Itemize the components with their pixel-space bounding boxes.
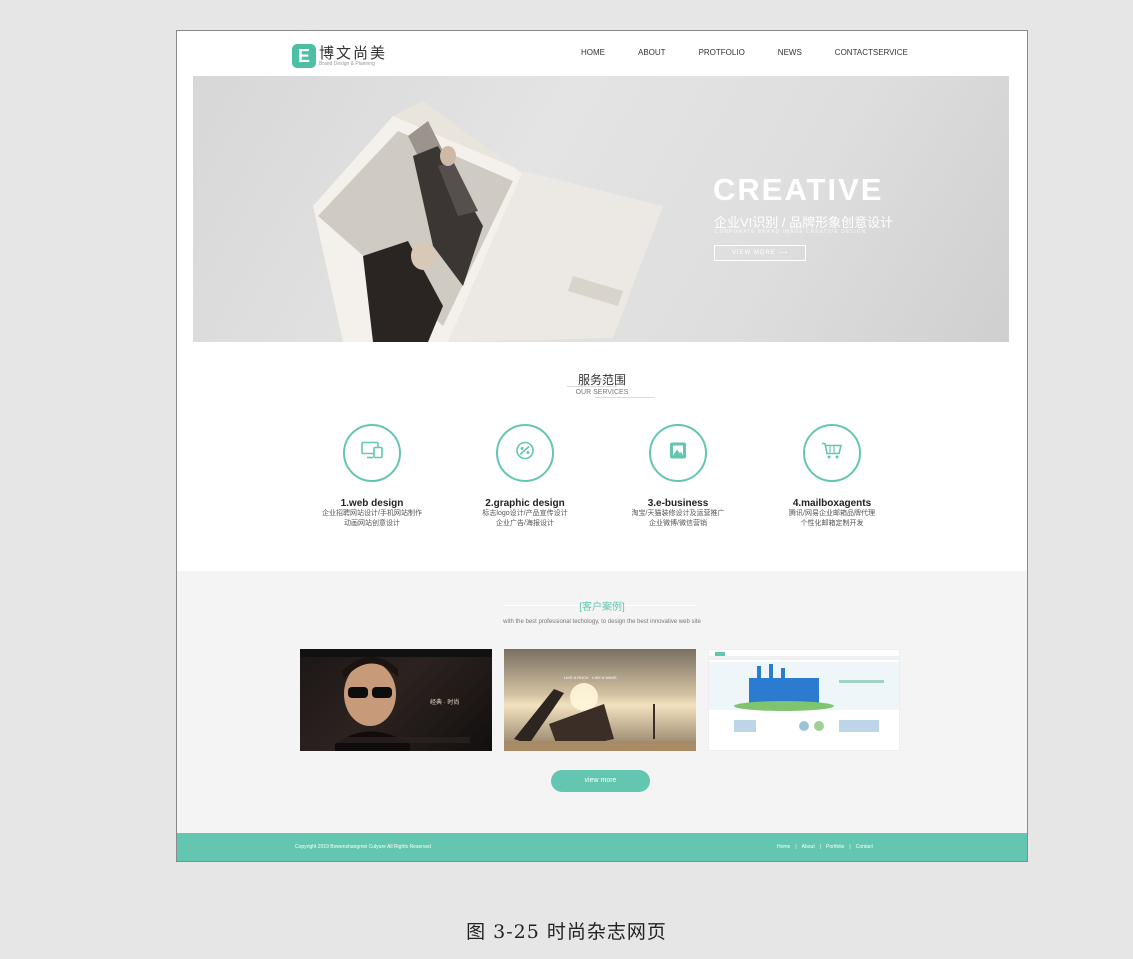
cases-subtitle: with the best professional techology, to… — [503, 619, 701, 625]
site-footer: Copyright 2019 Bowenshangmei Culyure All… — [177, 833, 1027, 861]
service-title: 4.mailboxagents — [792, 498, 872, 509]
cart-icon — [821, 442, 843, 465]
separator: | — [849, 844, 851, 850]
main-nav: HOME ABOUT PROTFOLIO NEWS CONTACTSERVICE — [581, 48, 908, 57]
svg-text:经典 · 时尚: 经典 · 时尚 — [430, 698, 459, 706]
case-thumbnail-sunglasses[interactable]: 经典 · 时尚 — [300, 649, 492, 751]
image-icon — [669, 442, 687, 465]
service-desc: 动画网站创意设计 — [344, 520, 400, 527]
separator: | — [795, 844, 797, 850]
services-subtitle: OUR SERVICES — [575, 389, 629, 396]
site-header: E 博文尚美 Brand Design & Planning HOME ABOU… — [177, 31, 1027, 76]
cases-title: [客户案例] — [579, 602, 625, 613]
view-more-button[interactable]: view more — [551, 770, 650, 792]
service-mailbox-agents[interactable]: 4.mailboxagents 腾讯/网易企业邮箱品牌代理 个性化邮箱定制开发 — [754, 424, 910, 529]
banner-view-more-button[interactable]: VIEW MORE ⟶ — [714, 245, 806, 261]
graphic-icon — [515, 441, 535, 466]
service-desc: 标志logo设计/产品宣传设计 — [482, 510, 568, 517]
logo-subtitle: Brand Design & Planning — [319, 61, 375, 67]
service-title: 1.web design — [340, 498, 404, 509]
service-title: 2.graphic design — [485, 498, 565, 509]
website-frame: E 博文尚美 Brand Design & Planning HOME ABOU… — [176, 30, 1028, 862]
footer-link-contact[interactable]: Contact — [856, 844, 873, 850]
footer-links: Home | About | Portfolio | Contact — [777, 844, 873, 850]
footer-link-home[interactable]: Home — [777, 844, 790, 850]
logo[interactable]: E 博文尚美 Brand Design & Planning — [292, 44, 387, 68]
svg-text:LIKE A ROCK · LIKE A WAVE: LIKE A ROCK · LIKE A WAVE — [564, 675, 617, 680]
footer-link-portfolio[interactable]: Portfolio — [826, 844, 844, 850]
nav-home[interactable]: HOME — [581, 48, 605, 57]
hero-banner: CREATIVE 企业VI识别 / 品牌形象创意设计 CORPORATE BRA… — [193, 76, 1009, 342]
nav-contact-service[interactable]: CONTACTSERVICE — [835, 48, 908, 57]
nav-news[interactable]: NEWS — [778, 48, 802, 57]
client-cases-section: [客户案例] with the best professional techol… — [177, 571, 1027, 833]
magazine-illustration — [313, 101, 663, 342]
service-desc: 个性化邮箱定制开发 — [800, 520, 864, 527]
copyright-text: Copyright 2019 Bowenshangmei Culyure All… — [295, 844, 431, 850]
service-desc: 企业微博/微信营销 — [649, 520, 707, 527]
nav-portfolio[interactable]: PROTFOLIO — [699, 48, 745, 57]
services-header: 服务范围 OUR SERVICES — [177, 371, 1027, 396]
footer-link-about[interactable]: About — [802, 844, 815, 850]
service-desc: 腾讯/网易企业邮箱品牌代理 — [789, 510, 875, 517]
divider — [567, 386, 617, 387]
nav-about[interactable]: ABOUT — [638, 48, 666, 57]
banner-headline: CREATIVE — [713, 172, 884, 207]
service-web-design[interactable]: 1.web design 企业招聘网站设计/手机网站制作 动画网站创意设计 — [294, 424, 450, 529]
divider — [595, 397, 655, 398]
case-thumbnail-chair[interactable]: LIKE A ROCK · LIKE A WAVE — [504, 649, 696, 751]
service-graphic-design[interactable]: 2.graphic design 标志logo设计/产品宣传设计 企业广告/海报… — [447, 424, 603, 529]
monitor-icon — [361, 441, 383, 465]
logo-badge: E — [292, 44, 316, 68]
separator: | — [819, 844, 822, 850]
service-desc: 淘宝/天猫装修设计及运营推广 — [631, 510, 725, 517]
service-e-business[interactable]: 3.e-business 淘宝/天猫装修设计及运营推广 企业微博/微信营销 — [600, 424, 756, 529]
service-title: 3.e-business — [647, 498, 709, 509]
case-thumbnail-factory[interactable] — [708, 649, 900, 751]
banner-english-tagline: CORPORATE BRAND IMAGE CREATIVE DESIGN — [715, 229, 867, 235]
service-desc: 企业广告/海报设计 — [496, 520, 554, 527]
logo-title: 博文尚美 — [319, 44, 388, 62]
figure-caption: 图 3-25 时尚杂志网页 — [466, 921, 667, 943]
service-desc: 企业招聘网站设计/手机网站制作 — [322, 510, 422, 517]
